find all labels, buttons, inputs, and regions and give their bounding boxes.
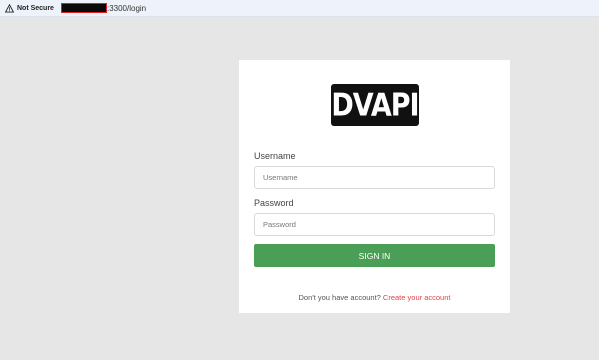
login-card: DVAPI Username Password SIGN IN Don't yo…: [239, 60, 510, 313]
password-input[interactable]: [254, 213, 495, 236]
security-status[interactable]: Not Secure: [17, 5, 54, 12]
username-label: Username: [254, 151, 296, 161]
redacted-host: [60, 3, 107, 13]
warning-icon: [5, 3, 14, 13]
dvapi-logo: DVAPI: [331, 84, 420, 126]
url-text[interactable]: :3300/login: [107, 4, 146, 13]
sign-in-button[interactable]: SIGN IN: [254, 244, 495, 267]
signup-prompt: Don't you have account? Create your acco…: [239, 293, 510, 302]
username-input[interactable]: [254, 166, 495, 189]
create-account-link[interactable]: Create your account: [383, 293, 451, 302]
address-bar[interactable]: Not Secure :3300/login: [0, 0, 599, 17]
password-label: Password: [254, 198, 294, 208]
logo-text: DVAPI: [331, 87, 419, 123]
account-prompt-text: Don't you have account?: [298, 293, 383, 302]
